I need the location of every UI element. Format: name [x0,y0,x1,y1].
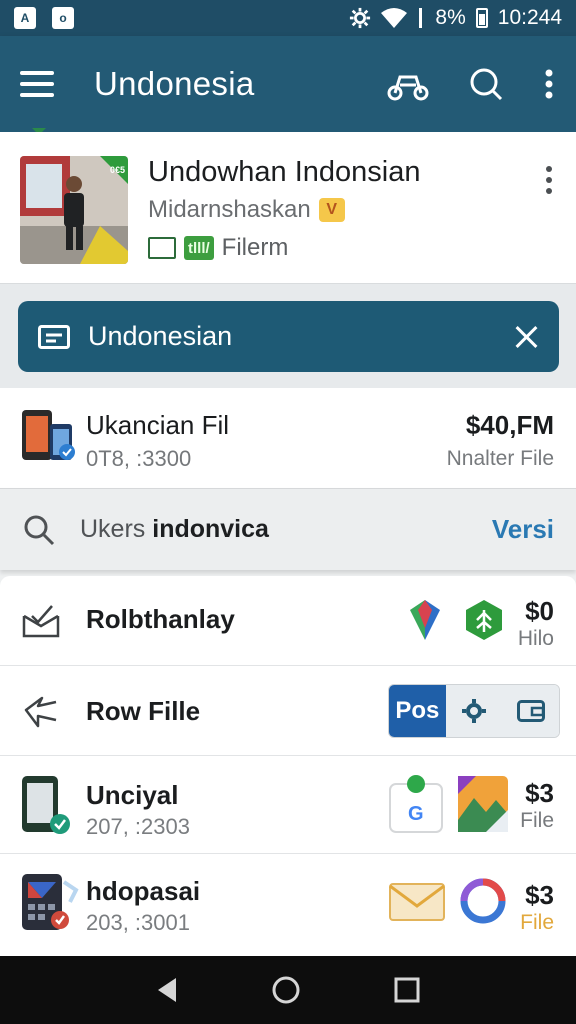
list-item[interactable]: hdopasai 203, :3001 $3 File [0,854,576,952]
mail-app-icon [389,883,445,921]
tag-pill: tlll/ [184,236,214,260]
clock: 10:244 [497,6,562,29]
search-icon [24,515,55,545]
phones-icon [22,410,75,460]
featured-subtitle: 0T8, :3300 [86,446,192,471]
close-icon[interactable] [513,324,539,350]
profile-more-icon[interactable] [546,166,552,194]
row-price: $3 [525,880,554,910]
google-app-icon: G [389,775,443,833]
verified-badge-icon: V [318,198,345,222]
home-icon[interactable] [271,975,301,1005]
featured-item[interactable]: Ukancian Fil 0T8, :3300 $40,FM Nnalter F… [0,388,576,488]
app-title: Undonesia [94,65,255,102]
back-icon[interactable] [156,977,178,1003]
calculator-icon [22,874,79,930]
status-bar: A o 8% 10:244 [0,0,576,36]
search-action-button[interactable]: Versi [492,514,554,545]
list-item[interactable]: Unciyal 207, :2303 G $3 File [0,756,576,854]
banner-label: Undonesian [88,321,233,351]
info-banner[interactable]: Undonesian [18,301,559,372]
wifi-icon [381,8,408,28]
profile-name: Undowhan Indonsian [148,156,421,188]
search-input[interactable]: Ukers indonvica [80,515,269,544]
row-price-sub: File [520,911,554,934]
row-title: Unciyal [86,780,179,810]
pointer-icon [24,696,57,728]
gallery-app-icon [458,776,508,832]
row-price-sub: File [520,809,554,832]
battery-percent: 8% [435,6,466,29]
profile-meta-label: Filerm [221,234,289,261]
app-bar: Undonesia [0,36,576,132]
row-title: Row Fille [86,696,201,726]
inbox-icon [22,605,60,638]
hex-app-icon [466,600,502,640]
featured-title: Ukancian Fil [86,410,230,440]
profile-subtitle: Midarnshaskan [148,196,311,223]
search-query: indonvica [152,515,269,543]
row-price-sub: Hilo [517,627,554,650]
row-title: hdopasai [86,876,201,906]
featured-price: $40,FM [465,410,554,440]
system-nav-bar [0,956,576,1024]
overflow-icon[interactable] [542,62,556,106]
svg-text:G: G [408,803,424,825]
profile-meta-row: tlll/ Filerm [148,234,288,262]
notification-icon-o: o [52,7,74,29]
signal-icon [419,8,423,28]
search-icon[interactable] [464,62,508,106]
segment-wallet[interactable] [502,685,559,737]
gem-app-icon [410,600,440,640]
row-subtitle: 203, :3001 [86,910,190,935]
row-title: Rolbthanlay [86,604,235,634]
battery-icon [475,8,488,28]
list-item[interactable]: Rolbthanlay $0 Hilo [0,576,576,666]
segment-pos[interactable]: Pos [389,685,446,737]
notification-icon-a: A [14,7,36,29]
photo-corner-tag: 0€5 [110,165,125,175]
scooter-icon[interactable] [386,62,430,106]
featured-price-sub: Nnalter File [446,447,554,470]
menu-icon[interactable] [20,64,60,104]
segmented-control: Pos [388,684,560,738]
tablet-icon [22,776,70,834]
recents-icon[interactable] [394,977,420,1003]
card-icon [38,324,70,349]
profile-photo: 0€5 [20,156,128,264]
search-prefix: Ukers [80,515,146,543]
search-bar[interactable]: Ukers indonvica Versi [0,488,576,570]
settings-status-icon [350,7,371,29]
banner-area: Undonesian [0,284,576,388]
profile-card[interactable]: 0€5 Undowhan Indonsian Midarnshaskan V t… [0,132,576,284]
row-price: $0 [525,596,554,626]
segment-settings[interactable] [445,685,503,737]
wallet-icon [516,700,545,722]
ring-app-icon [460,878,506,924]
document-icon [148,237,176,259]
gear-icon [462,699,486,723]
row-price: $3 [525,778,554,808]
row-subtitle: 207, :2303 [86,814,190,839]
profile-subtitle-row: Midarnshaskan V [148,196,345,224]
